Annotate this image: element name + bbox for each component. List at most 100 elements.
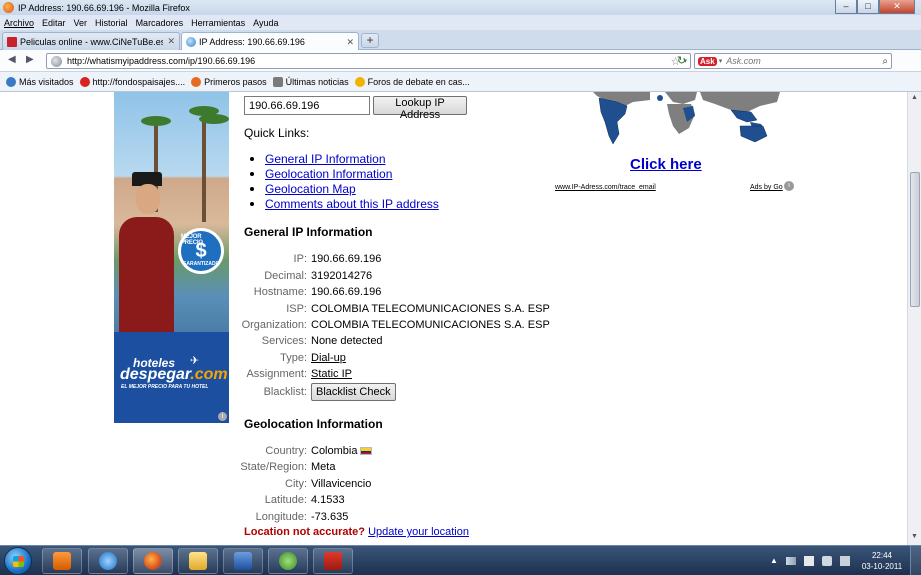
blacklist-check-button[interactable]: Blacklist Check <box>311 383 396 401</box>
power-icon[interactable] <box>839 556 850 566</box>
url-text[interactable]: http://whatismyipaddress.com/ip/190.66.6… <box>67 56 671 66</box>
lookup-ip-button[interactable]: Lookup IP Address <box>373 96 467 121</box>
quick-links-list: General IP Information Geolocation Infor… <box>250 151 439 211</box>
update-location-link[interactable]: Update your location <box>368 526 469 538</box>
row-key: Hostname: <box>253 286 307 298</box>
show-hidden-icons-icon[interactable]: ▲ <box>770 556 778 566</box>
globe-favicon-icon <box>186 37 196 47</box>
menu-herramientas[interactable]: Herramientas <box>187 18 249 28</box>
maximize-button[interactable]: □ <box>857 0 879 14</box>
isp-row: ISP: COLOMBIA TELECOMUNICACIONES S.A. ESP <box>240 301 600 317</box>
menu-ver[interactable]: Ver <box>70 18 92 28</box>
badge-bottom-text: GARANTIZADO <box>182 261 220 267</box>
country-row: Country: Colombia <box>240 443 600 459</box>
start-button[interactable] <box>4 547 32 575</box>
ad-source-link[interactable]: www.IP-Adress.com/trace_email <box>555 184 656 191</box>
city-row: City: Villavicencio <box>240 476 600 492</box>
ip-lookup-input[interactable] <box>244 96 370 115</box>
taskbar-media-player[interactable] <box>42 548 82 574</box>
menu-archivo[interactable]: Archivo <box>0 18 38 28</box>
firefox-icon <box>144 552 162 570</box>
row-key: Type: <box>280 352 307 364</box>
scroll-down-icon[interactable]: ▼ <box>910 533 919 543</box>
menu-ayuda[interactable]: Ayuda <box>249 18 282 28</box>
row-key: State/Region: <box>240 461 307 473</box>
bookmark-label: Foros de debate en cas... <box>367 76 470 87</box>
flower-icon <box>79 76 90 87</box>
ad-info-icon[interactable]: i <box>218 412 227 421</box>
bookmarks-bar: Más visitados http://fondospaisajes.... … <box>0 72 921 92</box>
vertical-scrollbar[interactable]: ▲ ▼ <box>907 92 921 545</box>
click-here-link[interactable]: Click here <box>630 156 702 173</box>
map-ad[interactable]: Click here www.IP-Adress.com/trace_email… <box>555 92 795 195</box>
bellman-head <box>136 184 160 214</box>
taskbar-internet-explorer[interactable] <box>88 548 128 574</box>
search-input[interactable] <box>726 56 883 66</box>
row-value: Meta <box>311 461 336 473</box>
row-key: Blacklist: <box>263 386 307 398</box>
hotel-ad-banner[interactable]: MEJOR PRECIO $ GARANTIZADO hoteles ✈ des… <box>114 92 229 423</box>
ip-row: IP: 190.66.69.196 <box>240 251 600 267</box>
geolocation-map-link[interactable]: Geolocation Map <box>265 182 356 196</box>
row-value: 4.1533 <box>311 494 345 506</box>
close-window-button[interactable]: ✕ <box>879 0 915 14</box>
new-tab-button[interactable]: + <box>361 33 379 48</box>
menu-historial[interactable]: Historial <box>91 18 132 28</box>
ads-by-google-link[interactable]: Ads by Go <box>750 184 783 191</box>
site-identity-icon[interactable] <box>51 55 62 67</box>
dial-up-link[interactable]: Dial-up <box>311 352 346 364</box>
row-value: None detected <box>311 335 383 347</box>
row-key: Services: <box>261 335 307 347</box>
row-key: Longitude: <box>255 511 307 523</box>
back-button[interactable]: ◀ <box>8 54 16 65</box>
bookmark-primeros-pasos[interactable]: Primeros pasos <box>191 76 267 87</box>
close-tab-icon[interactable]: ✕ <box>346 37 354 48</box>
bookmark-ultimas-noticias[interactable]: Últimas noticias <box>272 76 349 87</box>
ad-info-icon[interactable]: i <box>784 181 794 191</box>
firefox-icon <box>6 76 16 87</box>
bookmark-label: Más visitados <box>19 76 74 87</box>
search-icon[interactable]: ⌕ <box>882 56 888 67</box>
taskbar-messenger[interactable] <box>268 548 308 574</box>
tab-cinetube[interactable]: Peliculas online - www.CiNeTuBe.es. ... … <box>2 32 180 50</box>
services-row: Services: None detected <box>240 333 600 349</box>
general-ip-info-link[interactable]: General IP Information <box>265 152 386 166</box>
taskbar-word[interactable] <box>223 548 263 574</box>
close-tab-icon[interactable]: ✕ <box>167 36 175 47</box>
taskbar-firefox[interactable] <box>133 548 173 574</box>
system-clock[interactable]: 22:44 03-10-2011 <box>858 550 906 572</box>
reload-button[interactable]: ↻ <box>674 54 689 68</box>
action-center-flag-icon[interactable] <box>803 556 814 566</box>
quick-links-title: Quick Links: <box>244 126 310 140</box>
show-desktop-button[interactable] <box>910 546 921 575</box>
bookmark-mas-visitados[interactable]: Más visitados <box>6 76 74 87</box>
tab-ip-address[interactable]: IP Address: 190.66.69.196 ✕ <box>181 32 359 51</box>
ip-comments-link[interactable]: Comments about this IP address <box>265 197 439 211</box>
search-engine-dropdown-icon[interactable]: ▾ <box>719 57 723 65</box>
minimize-button[interactable]: – <box>835 0 857 14</box>
bookmark-fondospaisajes[interactable]: http://fondospaisajes.... <box>79 76 185 87</box>
network-icon[interactable] <box>785 557 796 565</box>
scrollbar-thumb[interactable] <box>910 172 920 307</box>
window-controls: – □ ✕ <box>835 0 915 14</box>
volume-icon[interactable] <box>821 556 832 566</box>
tab-bar: Peliculas online - www.CiNeTuBe.es. ... … <box>0 30 921 51</box>
file-explorer-icon <box>189 552 207 570</box>
taskbar-acrobat[interactable] <box>313 548 353 574</box>
geolocation-info-link[interactable]: Geolocation Information <box>265 167 392 181</box>
clock-date: 03-10-2011 <box>861 562 903 571</box>
search-bar[interactable]: Ask ▾ ⌕ <box>694 53 892 69</box>
taskbar-file-explorer[interactable] <box>178 548 218 574</box>
row-value: Colombia <box>311 445 358 457</box>
windows-media-player-icon <box>53 552 71 570</box>
menu-editar[interactable]: Editar <box>38 18 70 28</box>
menu-marcadores[interactable]: Marcadores <box>132 18 188 28</box>
address-bar[interactable]: http://whatismyipaddress.com/ip/190.66.6… <box>46 53 691 69</box>
hostname-row: Hostname: 190.66.69.196 <box>240 284 600 300</box>
static-ip-link[interactable]: Static IP <box>311 368 352 380</box>
page-content: MEJOR PRECIO $ GARANTIZADO hoteles ✈ des… <box>0 92 907 545</box>
ask-engine-icon[interactable]: Ask <box>698 56 717 66</box>
scroll-up-icon[interactable]: ▲ <box>910 94 919 104</box>
bookmark-foros-debate[interactable]: Foros de debate en cas... <box>354 76 470 87</box>
forward-button[interactable]: ▶ <box>26 54 34 65</box>
